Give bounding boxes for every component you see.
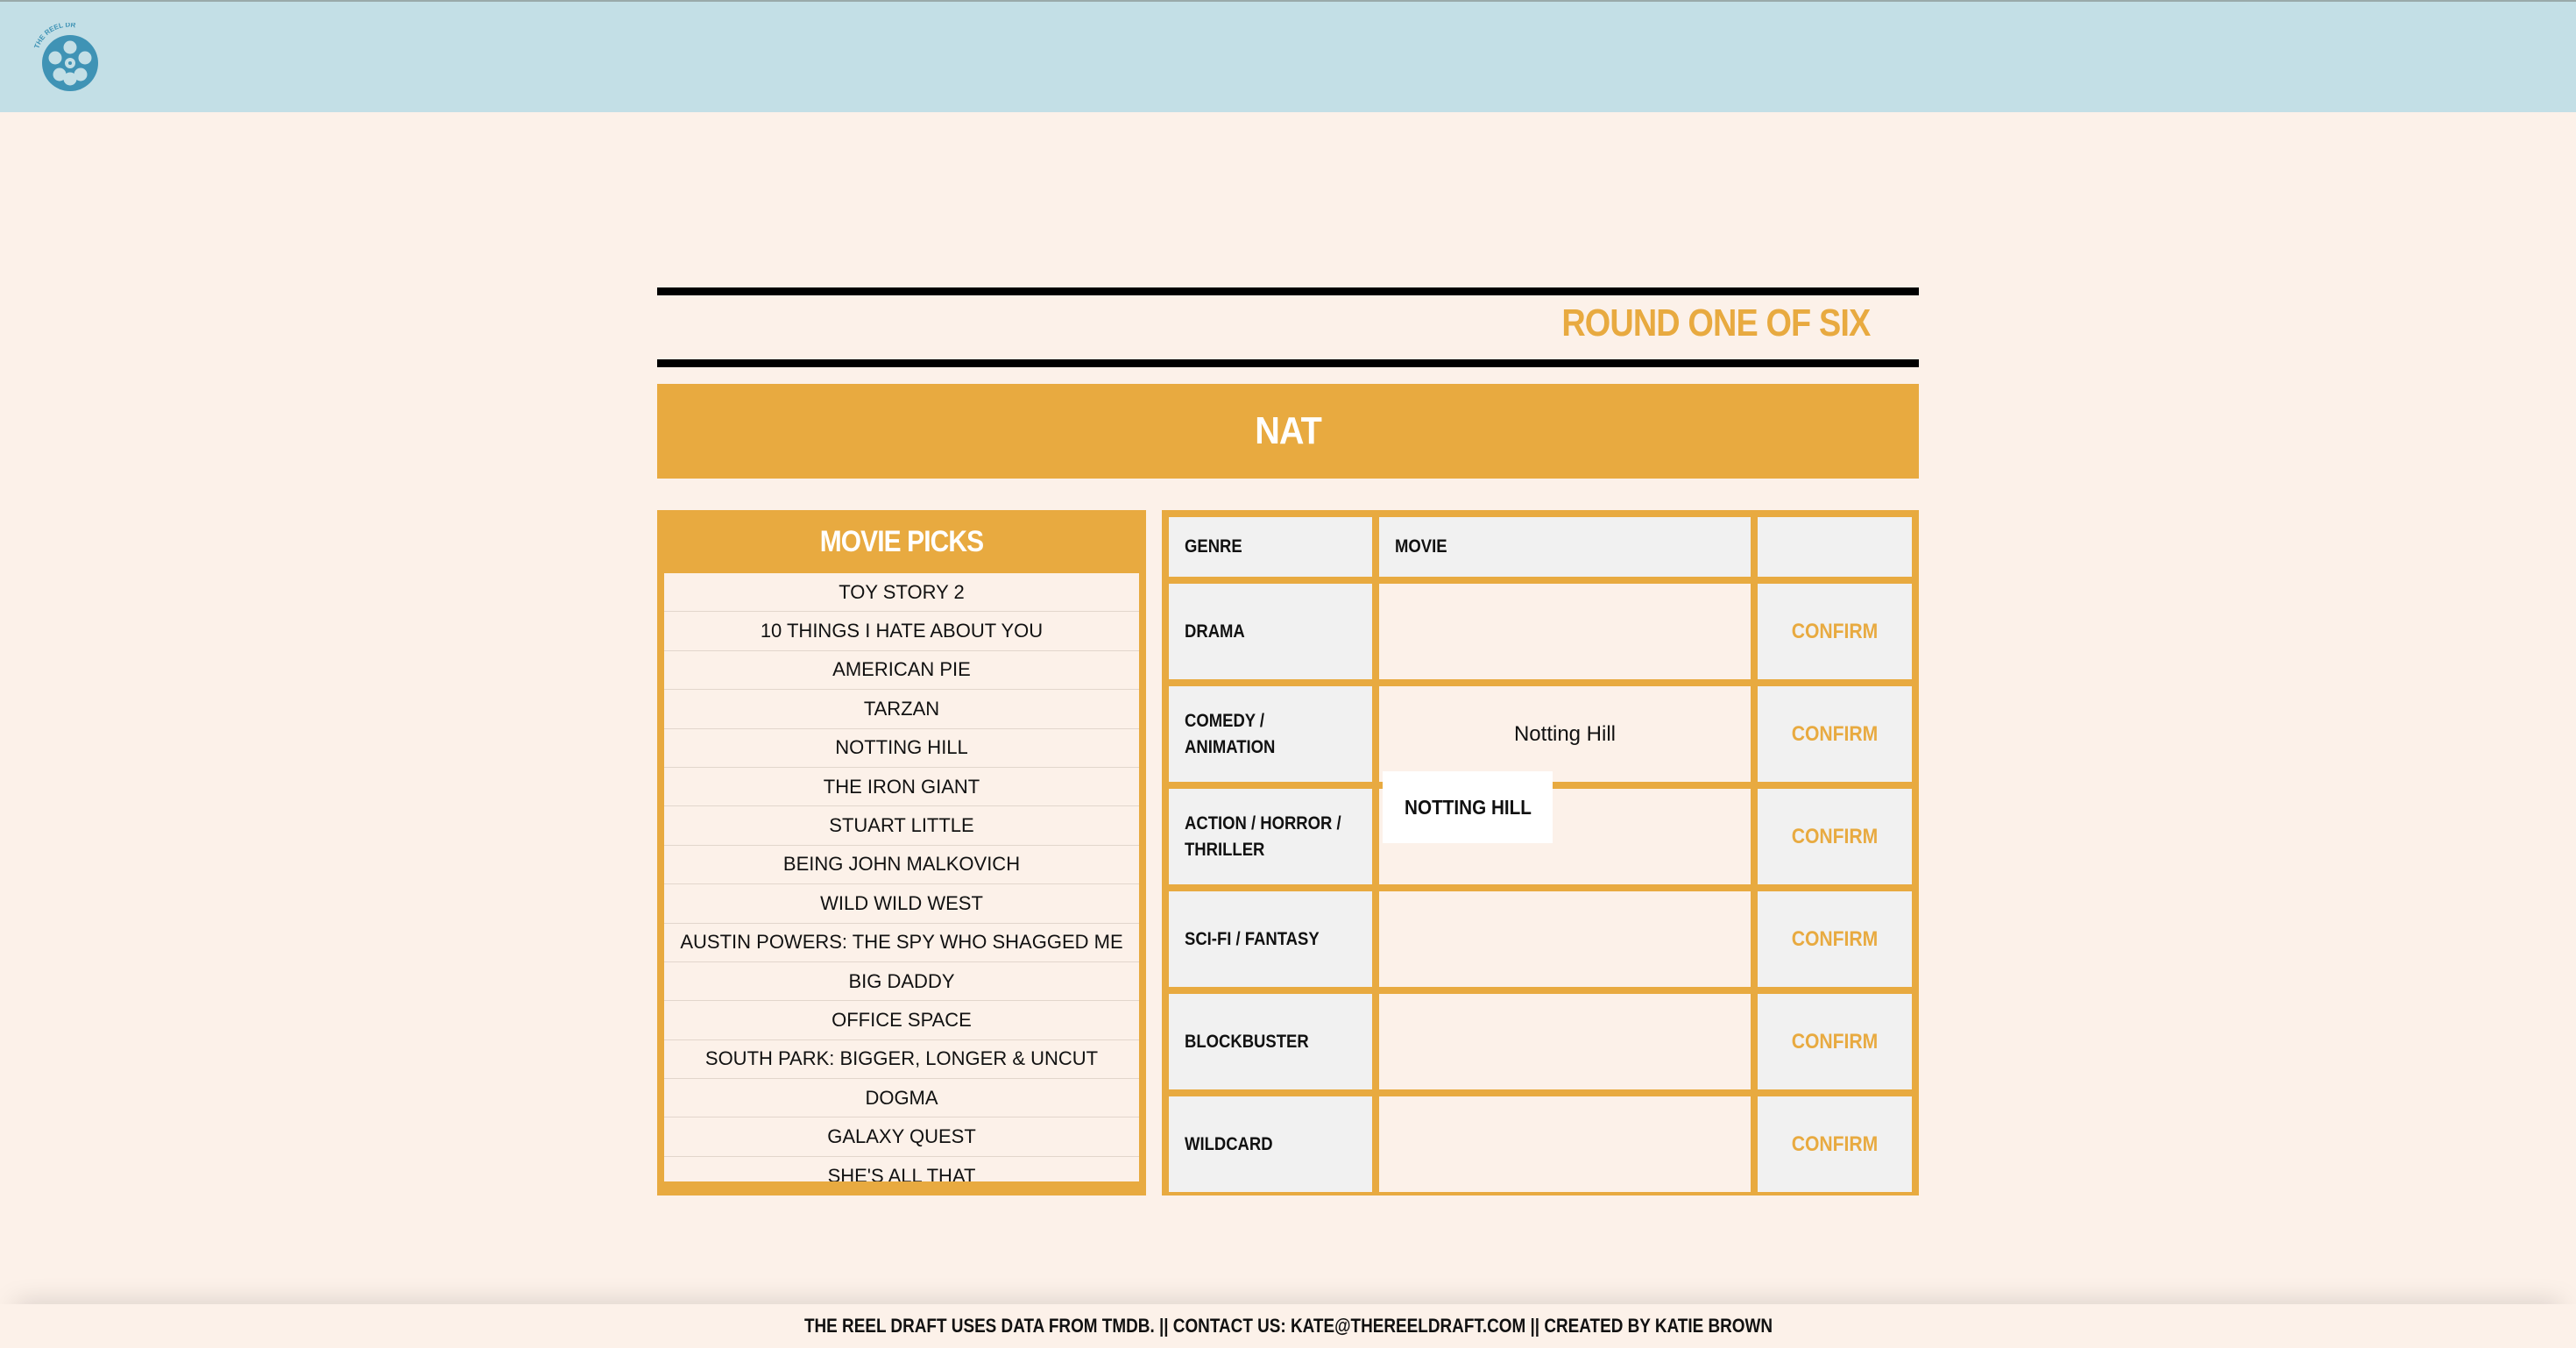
genre-column-header: GENRE bbox=[1169, 517, 1372, 577]
movie-drop-slot-sci-fi-fantasy[interactable] bbox=[1379, 891, 1751, 987]
movie-pick-item[interactable]: SHE'S ALL THAT bbox=[664, 1157, 1139, 1181]
confirm-button-wildcard[interactable]: CONFIRM bbox=[1758, 1096, 1912, 1192]
round-divider-top bbox=[657, 287, 1919, 295]
confirm-button-comedy-animation[interactable]: CONFIRM bbox=[1758, 686, 1912, 782]
genre-label-drama: DRAMA bbox=[1169, 584, 1372, 679]
movie-pick-item[interactable]: 10 THINGS I HATE ABOUT YOU bbox=[664, 612, 1139, 651]
genre-label-sci-fi-fantasy: SCI-FI / FANTASY bbox=[1169, 891, 1372, 987]
movie-pick-item[interactable]: GALAXY QUEST bbox=[664, 1117, 1139, 1157]
genre-label-blockbuster: BLOCKBUSTER bbox=[1169, 994, 1372, 1089]
movie-drop-slot-wildcard[interactable] bbox=[1379, 1096, 1751, 1192]
dragged-movie-card[interactable]: NOTTING HILL bbox=[1383, 771, 1553, 843]
movie-pick-item[interactable]: TARZAN bbox=[664, 690, 1139, 729]
movie-pick-item[interactable]: BIG DADDY bbox=[664, 962, 1139, 1002]
movie-picks-title: MOVIE PICKS bbox=[819, 524, 984, 558]
player-name: NAT bbox=[1255, 409, 1322, 452]
movie-pick-item[interactable]: SOUTH PARK: BIGGER, LONGER & UNCUT bbox=[664, 1040, 1139, 1080]
film-reel-icon[interactable]: THE REEL DRAFT bbox=[32, 23, 105, 96]
movie-drop-slot-comedy-animation[interactable]: Notting Hill bbox=[1379, 686, 1751, 782]
movie-pick-item[interactable]: STUART LITTLE bbox=[664, 806, 1139, 846]
movie-pick-item[interactable]: NOTTING HILL bbox=[664, 729, 1139, 768]
genre-label-comedy-animation: COMEDY / ANIMATION bbox=[1169, 686, 1372, 782]
genre-selection-table: GENRE MOVIE DRAMA CONFIRM COMEDY / ANIMA… bbox=[1162, 510, 1919, 1195]
movie-pick-item[interactable]: AMERICAN PIE bbox=[664, 651, 1139, 691]
current-player-banner: NAT bbox=[657, 384, 1919, 479]
confirm-button-blockbuster[interactable]: CONFIRM bbox=[1758, 994, 1912, 1089]
movie-picks-panel: MOVIE PICKS TOY STORY 2 10 THINGS I HATE… bbox=[657, 510, 1146, 1195]
round-divider-bottom bbox=[657, 359, 1919, 367]
action-column-header bbox=[1758, 517, 1912, 577]
confirm-button-sci-fi-fantasy[interactable]: CONFIRM bbox=[1758, 891, 1912, 987]
movie-drop-slot-blockbuster[interactable] bbox=[1379, 994, 1751, 1089]
movie-pick-item[interactable]: BEING JOHN MALKOVICH bbox=[664, 846, 1139, 885]
confirm-button-action-horror-thriller[interactable]: CONFIRM bbox=[1758, 789, 1912, 884]
movie-pick-item[interactable]: TOY STORY 2 bbox=[664, 573, 1139, 613]
top-nav-bar: THE REEL DRAFT bbox=[0, 0, 2576, 112]
movie-pick-item[interactable]: DOGMA bbox=[664, 1079, 1139, 1118]
site-footer: THE REEL DRAFT USES DATA FROM TMDB. || C… bbox=[0, 1304, 2576, 1348]
footer-text: THE REEL DRAFT USES DATA FROM TMDB. || C… bbox=[803, 1315, 1773, 1337]
movie-drop-slot-drama[interactable] bbox=[1379, 584, 1751, 679]
genre-label-wildcard: WILDCARD bbox=[1169, 1096, 1372, 1192]
round-title: ROUND ONE OF SIX bbox=[1560, 302, 1871, 344]
confirm-button-drama[interactable]: CONFIRM bbox=[1758, 584, 1912, 679]
genre-label-action-horror-thriller: ACTION / HORROR / THRILLER bbox=[1169, 789, 1372, 884]
movie-pick-item[interactable]: OFFICE SPACE bbox=[664, 1001, 1139, 1040]
movie-pick-item[interactable]: WILD WILD WEST bbox=[664, 884, 1139, 924]
movie-pick-item[interactable]: AUSTIN POWERS: THE SPY WHO SHAGGED ME bbox=[664, 924, 1139, 962]
movie-pick-item[interactable]: THE IRON GIANT bbox=[664, 768, 1139, 807]
movie-picks-list[interactable]: TOY STORY 2 10 THINGS I HATE ABOUT YOU A… bbox=[664, 573, 1139, 1181]
movie-column-header: MOVIE bbox=[1379, 517, 1751, 577]
